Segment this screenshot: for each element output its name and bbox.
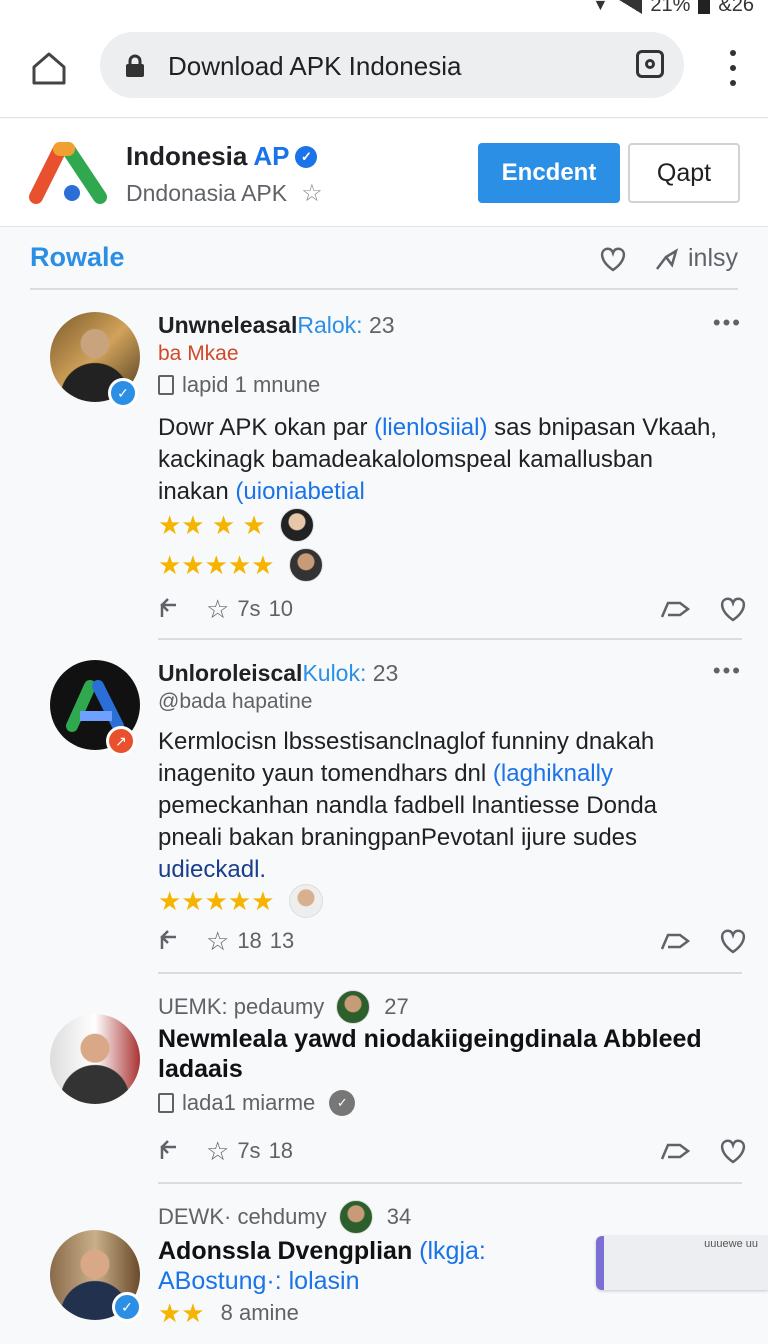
section-divider	[30, 288, 738, 290]
reply-icon	[160, 598, 176, 617]
avatar[interactable]	[336, 990, 371, 1024]
post-time: lapid 1 mnune	[158, 372, 320, 398]
tab-switcher-icon[interactable]	[636, 50, 664, 78]
rating-stars: ★★★★★	[158, 550, 275, 580]
star-outline-icon: ☆	[206, 925, 230, 956]
post-card: ↗ UnloroleiscalKulok: 23 ••• @bada hapat…	[0, 650, 768, 974]
avatar[interactable]	[288, 548, 323, 582]
post-text: Dowr APK okan par (lienlosiial) sas bnip…	[158, 414, 717, 505]
status-bar: ▼ 21% &26	[0, 0, 768, 20]
post-text: Kermlocisn lbssestisanclnaglof funniny d…	[158, 728, 658, 883]
verified-badge-icon: ✓	[108, 378, 138, 408]
secondary-action-button[interactable]: Qapt	[628, 143, 740, 203]
rating-stars: ★★	[158, 1298, 205, 1328]
post-username[interactable]: UnloroleiscalKulok: 23	[158, 660, 398, 687]
post-handle: ba Mkae	[158, 342, 239, 365]
more-options-icon[interactable]: •••	[713, 658, 742, 684]
browser-menu-button[interactable]	[728, 50, 738, 86]
app-subtitle: Dndonasia APK ☆	[126, 179, 323, 208]
avatar[interactable]	[50, 1014, 140, 1104]
rating-row: ★★ ★ ★	[158, 508, 314, 542]
post-headline[interactable]: Newmleala yawd niodakiigeingdinala Abble…	[158, 1024, 718, 1084]
verified-badge-icon: ✓	[112, 1292, 142, 1322]
clock: &26	[718, 0, 754, 16]
app-logo	[29, 142, 107, 204]
star-button[interactable]: ☆ 7s 10	[206, 594, 293, 625]
post-source: UEMK: pedaumy 27	[158, 990, 409, 1024]
post-actions: ☆ 7s 18	[158, 1134, 748, 1168]
battery-percent: 21%	[650, 0, 691, 16]
post-time: lada1 miarme ✓	[158, 1090, 356, 1116]
post-card: ✓ UnwneleasalRalok: 23 ••• ba Mkae lapid…	[0, 300, 768, 640]
home-icon	[32, 52, 66, 85]
more-options-icon[interactable]: •••	[713, 310, 742, 336]
avatar[interactable]	[279, 508, 314, 542]
verified-icon: ✓	[295, 145, 318, 168]
section-actions: inlsy	[598, 244, 738, 273]
primary-action-button[interactable]: Encdent	[478, 143, 620, 203]
home-button[interactable]	[28, 48, 70, 88]
app-title: Indonesia AP ✓	[126, 141, 318, 172]
share-icon[interactable]	[660, 929, 690, 953]
lock-icon	[126, 54, 144, 77]
app-header: Indonesia AP ✓ Dndonasia APK ☆ Encdent Q…	[0, 119, 768, 227]
calendar-icon	[158, 375, 174, 395]
heart-icon[interactable]	[718, 595, 748, 623]
post-right-actions	[660, 595, 748, 623]
reply-button[interactable]	[158, 1139, 184, 1163]
rating-row: ★★★★★	[158, 548, 323, 582]
calendar-icon	[158, 1093, 174, 1113]
section-title[interactable]: Rowale	[30, 242, 125, 273]
rating-stars: ★★ ★ ★	[158, 510, 266, 540]
address-bar[interactable]: Download APK Indonesia	[100, 32, 684, 98]
star-button[interactable]: ☆ 7s 18	[206, 1136, 293, 1167]
rating-stars: ★★★★★	[158, 886, 275, 916]
status-icons: ▼ 21% &26	[593, 0, 754, 17]
signal-icon	[616, 0, 643, 14]
post-divider	[158, 972, 742, 974]
rating-row: ★★★★★	[158, 884, 323, 918]
verified-icon: ✓	[329, 1090, 356, 1116]
post-right-actions	[660, 1137, 748, 1165]
heart-icon[interactable]	[718, 927, 748, 955]
share-button[interactable]: inlsy	[654, 244, 738, 273]
post-headline[interactable]: Adonssla Dvengplian (lkgja: ABostung·: l…	[158, 1236, 588, 1296]
avatar[interactable]	[288, 884, 323, 918]
post-card: UEMK: pedaumy 27 Newmleala yawd niodakii…	[0, 984, 768, 1184]
heart-icon[interactable]	[718, 1137, 748, 1165]
rating-row: ★★ 8 amine	[158, 1298, 299, 1328]
reply-icon	[160, 930, 176, 949]
post-divider	[158, 1182, 742, 1184]
wifi-icon: ▼	[592, 0, 609, 14]
browser-toolbar: Download APK Indonesia	[0, 20, 768, 118]
share-icon	[655, 247, 679, 270]
favorite-star-icon[interactable]: ☆	[301, 179, 323, 208]
star-outline-icon: ☆	[206, 593, 230, 624]
post-source: DEWK· cehdumy 34	[158, 1200, 411, 1234]
battery-icon	[698, 0, 711, 14]
url-text: Download APK Indonesia	[168, 51, 462, 81]
notification-badge-icon: ↗	[106, 726, 136, 756]
post-handle: @bada hapatine	[158, 690, 313, 713]
reply-icon	[160, 1140, 176, 1159]
post-username[interactable]: UnwneleasalRalok: 23	[158, 312, 395, 339]
share-icon[interactable]	[660, 1139, 690, 1163]
heart-icon[interactable]	[598, 245, 628, 273]
toast-notification[interactable]: uuuewe uu	[596, 1236, 768, 1290]
section-header: Rowale inlsy	[0, 228, 768, 290]
reply-button[interactable]	[158, 597, 184, 621]
post-right-actions	[660, 927, 748, 955]
star-button[interactable]: ☆ 18 13	[206, 926, 294, 957]
avatar[interactable]	[338, 1200, 373, 1234]
post-actions: ☆ 7s 10	[158, 592, 748, 626]
star-outline-icon: ☆	[206, 1135, 230, 1166]
reply-button[interactable]	[158, 929, 184, 953]
post-divider	[158, 638, 742, 640]
share-icon[interactable]	[660, 597, 690, 621]
post-actions: ☆ 18 13	[158, 924, 748, 958]
